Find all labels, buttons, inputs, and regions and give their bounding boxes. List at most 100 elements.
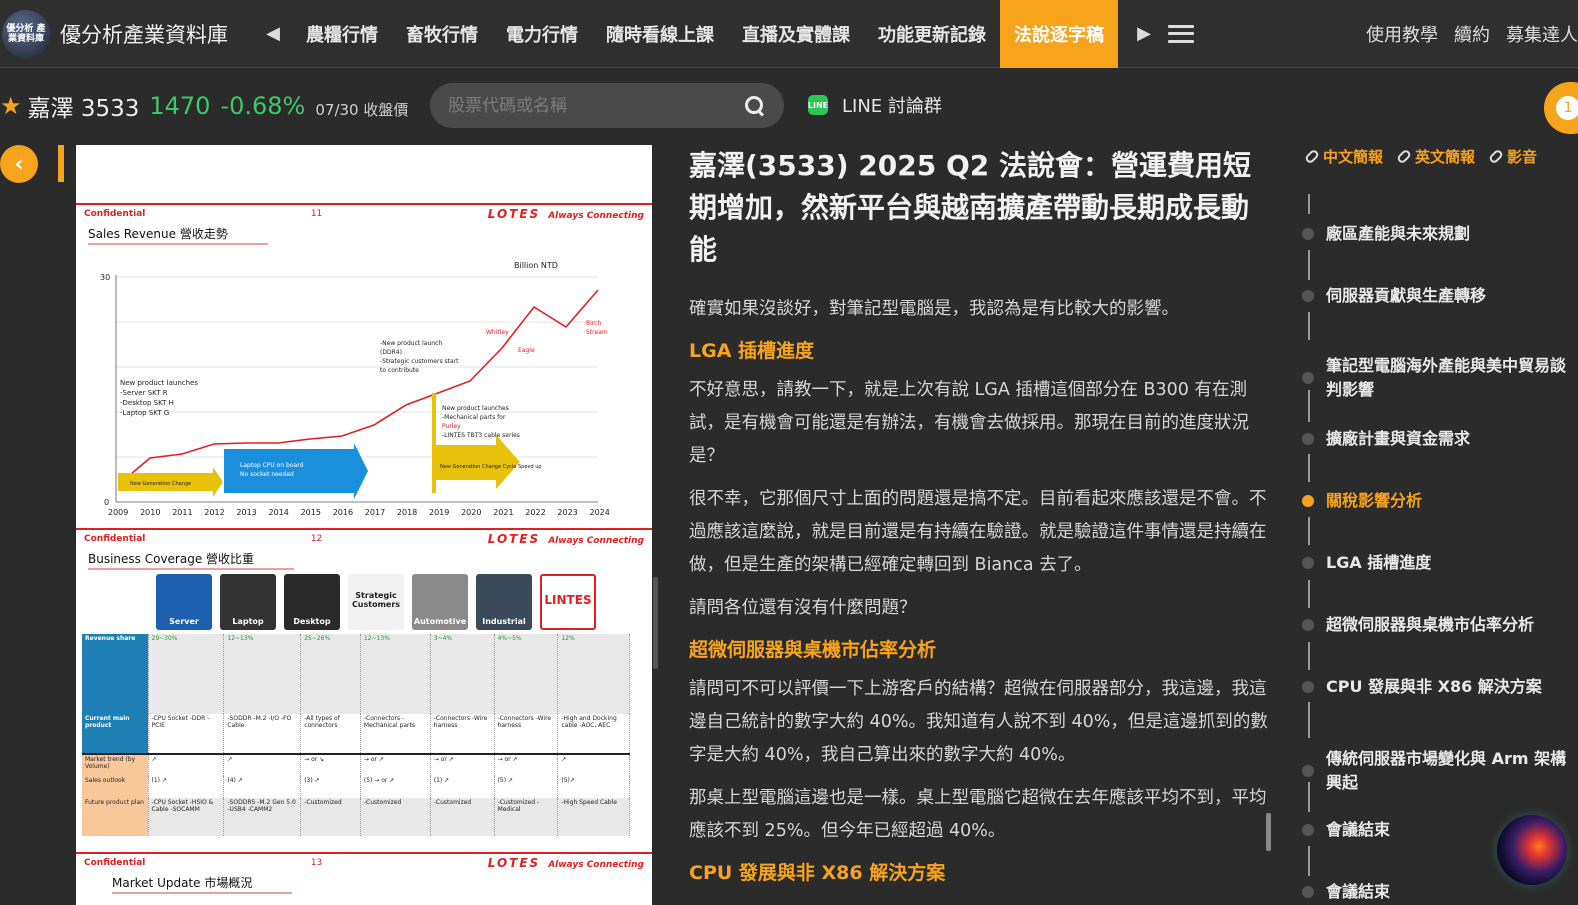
tab-chinese-slides[interactable]: 中文簡報 xyxy=(1303,146,1383,167)
stock-date: 07/30 收盤價 xyxy=(315,100,409,119)
menu-icon[interactable] xyxy=(1168,24,1194,43)
search-input[interactable] xyxy=(448,95,728,116)
line-group-label: LINE 討論群 xyxy=(842,96,942,117)
nav-scroll-right-icon[interactable]: ▶ xyxy=(1124,23,1164,44)
year-tick-label: 2020 xyxy=(461,508,481,517)
tutorial-link[interactable]: 使用教學 xyxy=(1366,21,1438,47)
tab-video[interactable]: 影音 xyxy=(1487,146,1537,167)
nav-item-agriculture[interactable]: 農糧行情 xyxy=(292,0,392,68)
resource-tabs: 中文簡報 英文簡報 影音 xyxy=(1303,146,1537,167)
slide-page-number: 11 xyxy=(310,209,323,219)
paragraph: 請問可不可以評價一下上游客戶的結構？超微在伺服器部分，我這邊，我這邊自己統計的數… xyxy=(689,679,1268,765)
year-tick-label: 2019 xyxy=(429,508,449,517)
confidential-label: Confidential xyxy=(84,534,146,544)
line-chat-icon: LINE xyxy=(808,95,828,115)
table-cell: 29~30% xyxy=(148,634,225,714)
toc-item[interactable]: LGA 插槽進度 xyxy=(1300,551,1576,575)
paragraph: 請問各位還有沒有什麼問題？ xyxy=(689,598,917,618)
confidential-label: Confidential xyxy=(84,209,146,219)
table-cell: (1) ↗ xyxy=(430,776,495,798)
slide-indicator-bar xyxy=(58,145,64,182)
search-box xyxy=(430,83,784,128)
table-row: Market trend (by Volume) ↗ ↗ → or ↘ → or ↗ → … xyxy=(82,754,630,776)
category-desktop: Desktop xyxy=(284,574,340,630)
toc-item-label: 擴廠計畫與資金需求 xyxy=(1326,429,1471,448)
table-cell: ↗ xyxy=(223,754,302,776)
table-row: Revenue share 29~30% 12~13% 25~26% 12~13% 3~4… xyxy=(82,634,630,714)
nav-item-livestock[interactable]: 畜牧行情 xyxy=(392,0,492,68)
slide-scrollbar[interactable] xyxy=(653,577,658,669)
svg-text:New product launches: New product launches xyxy=(120,379,198,387)
svg-text:-Strategic customers start: -Strategic customers start xyxy=(380,358,459,365)
nav-item-power[interactable]: 電力行情 xyxy=(492,0,592,68)
stock-bar: ★ 嘉澤 3533 1470 -0.68% 07/30 收盤價 LINE LIN… xyxy=(0,70,1578,142)
toc-item[interactable]: 筆記型電腦海外產能與美中貿易談判影響 xyxy=(1300,354,1576,402)
toc-item[interactable]: 關稅影響分析 xyxy=(1300,489,1576,513)
year-tick-label: 2024 xyxy=(590,508,610,517)
tab-english-slides[interactable]: 英文簡報 xyxy=(1395,146,1475,167)
year-tick-label: 2022 xyxy=(525,508,545,517)
toc-item-label: 廠區產能與未來規劃 xyxy=(1326,224,1471,243)
svg-text:No socket needed: No socket needed xyxy=(240,471,294,478)
slide-top-spacer xyxy=(76,145,652,203)
article-scrollbar[interactable] xyxy=(1266,813,1271,851)
section-heading: LGA 插槽進度 xyxy=(689,340,815,362)
svg-text:to contribute: to contribute xyxy=(380,367,419,374)
table-row: Current main product -CPU Socket -DDR -PC… xyxy=(82,714,630,754)
toc-item[interactable]: 廠區產能與未來規劃 xyxy=(1300,222,1576,246)
chart-unit-label: Billion NTD xyxy=(514,261,558,270)
revenue-chart: Billion NTD 30 0 2009 2010 2011 2012 2013 201… xyxy=(100,261,610,517)
search-icon[interactable] xyxy=(744,95,766,117)
toc-dot-icon xyxy=(1302,765,1314,777)
category-laptop: Laptop xyxy=(220,574,276,630)
toc-item[interactable]: 超微伺服器與桌機市佔率分析 xyxy=(1300,613,1576,637)
svg-text:New Generation Change Cycle Sp: New Generation Change Cycle Speed up xyxy=(440,464,542,470)
nav-item-online-course[interactable]: 隨時看線上課 xyxy=(592,0,728,68)
table-row: Sales outlook (1) ↗ (4) ↗ (3) ↗ (5) → or ↗ (1… xyxy=(82,776,630,798)
table-cell: → or ↗ xyxy=(360,754,431,776)
gen-change-arrow-2 xyxy=(436,445,496,480)
site-title[interactable]: 優分析產業資料庫 xyxy=(60,19,228,49)
nav-item-transcripts[interactable]: 法說逐字稿 xyxy=(1000,0,1118,68)
toc-item[interactable]: 擴廠計畫與資金需求 xyxy=(1300,427,1576,451)
nav-item-changelog[interactable]: 功能更新記錄 xyxy=(864,0,1000,68)
year-tick-label: 2013 xyxy=(236,508,256,517)
site-logo[interactable]: 優分析 產業資料庫 xyxy=(2,9,50,58)
year-tick-label: 2010 xyxy=(140,508,160,517)
lotes-logo: LOTES Always Connecting xyxy=(487,856,644,870)
lotes-logo: LOTES Always Connecting xyxy=(487,207,644,221)
svg-text:0: 0 xyxy=(104,498,109,507)
svg-text:-LINTES TBT3 cable series: -LINTES TBT3 cable series xyxy=(442,432,520,439)
svg-text:Stream: Stream xyxy=(586,329,608,336)
table-cell: (5) → or ↗ xyxy=(360,776,431,798)
ai-assistant-orb-icon[interactable] xyxy=(1497,815,1567,885)
chevron-left-icon: ‹ xyxy=(14,151,24,177)
table-cell: → or ↘ xyxy=(300,754,361,776)
article-body: 確實如果沒談好，對筆記型電腦是，我認為是有比較大的影響。 LGA 插槽進度 不好意思… xyxy=(689,293,1274,888)
toc-item[interactable]: CPU 發展與非 X86 解決方案 xyxy=(1300,675,1576,699)
back-button[interactable]: ‹ xyxy=(0,145,38,183)
nav-item-live-course[interactable]: 直播及實體課 xyxy=(728,0,864,68)
toc-dot-icon xyxy=(1302,681,1314,693)
table-cell: 12~13% xyxy=(360,634,431,714)
table-cell: (1) ↗ xyxy=(148,776,225,798)
line-group-link[interactable]: LINE LINE 討論群 xyxy=(808,92,942,118)
toc-item[interactable]: 伺服器貢獻與生產轉移 xyxy=(1300,284,1576,308)
year-tick-label: 2014 xyxy=(269,508,289,517)
toc-dot-icon xyxy=(1302,433,1314,445)
row-header: Sales outlook xyxy=(82,776,149,798)
slide-page-number: 12 xyxy=(310,534,323,544)
table-cell: -All types of connectors xyxy=(300,714,361,754)
favorite-star-icon[interactable]: ★ xyxy=(0,92,22,120)
table-cell: 12~13% xyxy=(223,634,302,714)
toc-item[interactable]: 傳統伺服器市場變化與 Arm 架構興起 xyxy=(1300,747,1576,795)
toc-item-label: 筆記型電腦海外產能與美中貿易談判影響 xyxy=(1326,356,1567,399)
slide-viewer[interactable]: Confidential 11 LOTES Always Connecting S… xyxy=(76,145,652,905)
year-tick-label: 2009 xyxy=(108,508,128,517)
nav-scroll-left-icon[interactable]: ◀ xyxy=(258,14,288,54)
table-cell: 3~4% xyxy=(430,634,495,714)
notification-badge[interactable]: 1 xyxy=(1544,82,1578,134)
recruit-link[interactable]: 募集達人 xyxy=(1506,21,1578,47)
renew-link[interactable]: 續約 xyxy=(1454,21,1490,47)
toc-item-label: 超微伺服器與桌機市佔率分析 xyxy=(1326,615,1535,634)
